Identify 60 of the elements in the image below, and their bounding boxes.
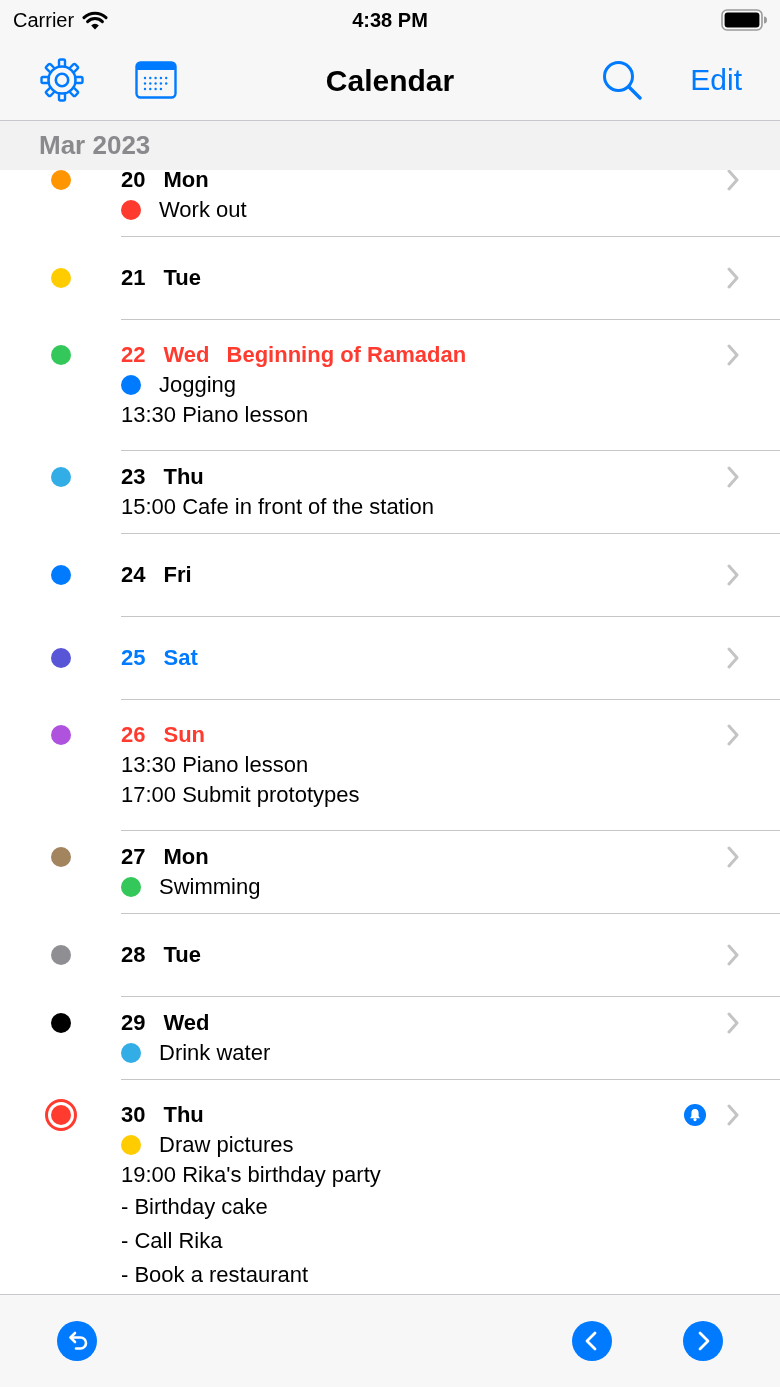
day-number: 23 bbox=[121, 463, 146, 491]
event-title: 13:30 Piano lesson bbox=[121, 751, 309, 779]
chevron-left-icon[interactable] bbox=[572, 1321, 612, 1361]
event-title: 13:30 Piano lesson bbox=[121, 401, 309, 429]
weekday-label: Wed bbox=[163, 341, 210, 369]
chevron-right-icon bbox=[727, 170, 739, 191]
event-title: Drink water bbox=[159, 1039, 271, 1067]
event-title: Draw pictures bbox=[159, 1131, 294, 1159]
event-note: - Book a restaurant bbox=[121, 1261, 309, 1289]
screen-title: Calendar bbox=[325, 62, 455, 99]
day-number: 26 bbox=[121, 721, 146, 749]
weekday-label: Sat bbox=[163, 644, 198, 672]
event-note: - Birthday cake bbox=[121, 1193, 268, 1221]
carrier-label: Carrier bbox=[13, 8, 75, 33]
event-title: 19:00 Rika's birthday party bbox=[121, 1161, 381, 1189]
day-number: 30 bbox=[121, 1101, 146, 1129]
weekday-label: Mon bbox=[163, 843, 209, 871]
chevron-right-icon bbox=[727, 466, 739, 488]
chevron-right-icon bbox=[727, 1012, 739, 1034]
event-title: Work out bbox=[159, 196, 247, 224]
chevron-right-icon bbox=[727, 267, 739, 289]
undo-icon[interactable] bbox=[57, 1321, 97, 1361]
settings-icon[interactable] bbox=[39, 57, 85, 103]
event-note: - Call Rika bbox=[121, 1227, 223, 1255]
wifi-icon bbox=[82, 10, 109, 30]
weekday-label: Wed bbox=[163, 1009, 210, 1037]
event-title: 15:00 Cafe in front of the station bbox=[121, 493, 435, 521]
battery-icon bbox=[721, 9, 767, 31]
weekday-label: Tue bbox=[163, 264, 201, 292]
chevron-right-icon[interactable] bbox=[683, 1321, 723, 1361]
day-number: 24 bbox=[121, 561, 146, 589]
weekday-label: Sun bbox=[163, 721, 206, 749]
chevron-right-icon bbox=[727, 846, 739, 868]
status-time: 4:38 PM bbox=[352, 8, 428, 33]
day-number: 29 bbox=[121, 1009, 146, 1037]
chevron-right-icon bbox=[727, 1104, 739, 1126]
weekday-label: Thu bbox=[163, 1101, 204, 1129]
weekday-label: Tue bbox=[163, 941, 201, 969]
day-number: 20 bbox=[121, 170, 146, 194]
chevron-right-icon bbox=[727, 344, 739, 366]
weekday-label: Thu bbox=[163, 463, 204, 491]
holiday-label: Beginning of Ramadan bbox=[226, 341, 467, 369]
weekday-label: Fri bbox=[163, 561, 192, 589]
calendar-icon[interactable] bbox=[135, 61, 177, 99]
edit-button[interactable]: Edit bbox=[690, 62, 742, 98]
event-title: Jogging bbox=[159, 371, 237, 399]
search-icon[interactable] bbox=[602, 60, 643, 100]
event-title: Swimming bbox=[159, 873, 261, 901]
month-title: Mar 2023 bbox=[39, 129, 151, 162]
day-number: 22 bbox=[121, 341, 146, 369]
day-number: 27 bbox=[121, 843, 146, 871]
day-number: 21 bbox=[121, 264, 146, 292]
chevron-right-icon bbox=[727, 724, 739, 746]
chevron-right-icon bbox=[727, 944, 739, 966]
weekday-label: Mon bbox=[163, 170, 209, 194]
day-number: 28 bbox=[121, 941, 146, 969]
chevron-right-icon bbox=[727, 647, 739, 669]
chevron-right-icon bbox=[727, 564, 739, 586]
day-number: 25 bbox=[121, 644, 146, 672]
event-title: 17:00 Submit prototypes bbox=[121, 781, 360, 809]
